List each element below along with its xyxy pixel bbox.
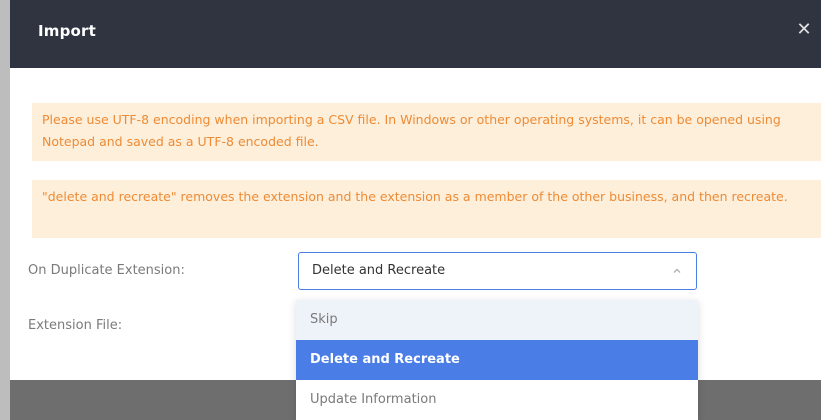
- option-skip[interactable]: Skip: [296, 300, 698, 340]
- import-dialog: Import ✕ Please use UTF-8 encoding when …: [10, 0, 821, 420]
- chevron-up-icon: [673, 268, 681, 273]
- background-overlay: [0, 0, 10, 420]
- delete-recreate-alert-text: "delete and recreate" removes the extens…: [42, 189, 788, 204]
- utf8-encoding-alert: Please use UTF-8 encoding when importing…: [32, 103, 821, 161]
- on-duplicate-extension-select[interactable]: Delete and Recreate: [298, 252, 697, 290]
- duplicate-options-dropdown: Skip Delete and Recreate Update Informat…: [296, 300, 698, 420]
- utf8-encoding-alert-text: Please use UTF-8 encoding when importing…: [42, 112, 781, 149]
- close-icon[interactable]: ✕: [793, 19, 815, 41]
- dialog-title: Import: [38, 22, 97, 40]
- on-duplicate-extension-label: On Duplicate Extension:: [28, 263, 185, 278]
- option-update-information[interactable]: Update Information: [296, 380, 698, 420]
- option-delete-and-recreate[interactable]: Delete and Recreate: [296, 340, 698, 380]
- delete-recreate-alert: "delete and recreate" removes the extens…: [32, 180, 821, 238]
- import-page: Import ✕ Please use UTF-8 encoding when …: [0, 0, 821, 420]
- extension-file-label: Extension File:: [28, 318, 123, 333]
- dialog-header: Import ✕: [10, 0, 821, 68]
- select-value: Delete and Recreate: [312, 263, 446, 278]
